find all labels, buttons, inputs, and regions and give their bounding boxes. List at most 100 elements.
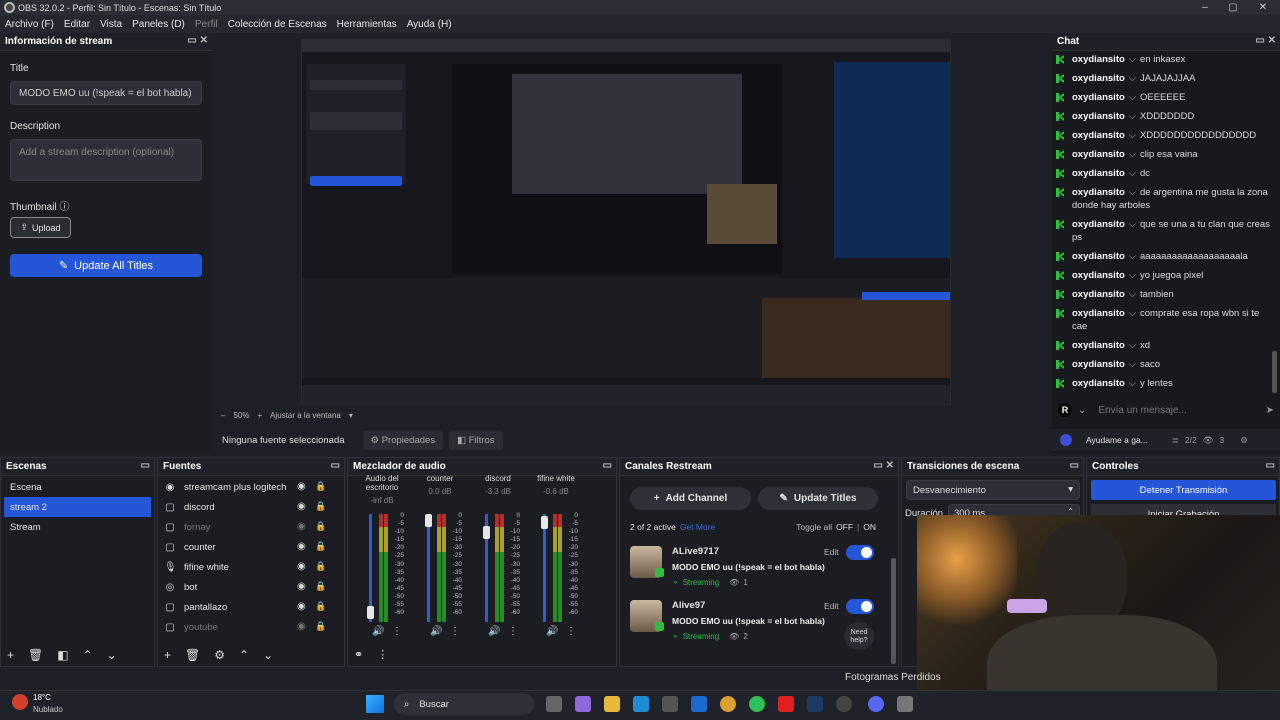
menu-help[interactable]: Ayuda (H) (402, 19, 457, 30)
visibility-eye-icon[interactable]: ◉ (297, 561, 306, 572)
title-input[interactable]: MODO EMO uu (!speak = el bot habla) (10, 81, 202, 105)
chrome-icon[interactable] (720, 696, 736, 712)
preview-area[interactable]: – 50% + Ajustar a la ventana ▾ (215, 33, 1047, 420)
chat-username[interactable]: oxydiansito (1072, 73, 1125, 84)
chat-username[interactable]: oxydiansito (1072, 219, 1125, 230)
lock-icon[interactable]: 🔒 (315, 541, 326, 552)
source-item[interactable]: ▢ counter ◉ 🔒 (158, 537, 344, 557)
chat-username[interactable]: oxydiansito (1072, 340, 1125, 351)
move-down-icon[interactable]: ⌄ (107, 648, 117, 662)
obs-taskbar-icon[interactable] (836, 696, 852, 712)
visibility-eye-icon[interactable]: ◉ (297, 501, 306, 512)
dock-controls-icon[interactable]: ▭ ✕ (873, 460, 894, 471)
upload-button[interactable]: ⇪ Upload (10, 217, 71, 238)
channel-toggle[interactable] (846, 545, 874, 560)
dock-menu-icon[interactable]: ▭ (331, 460, 340, 471)
menu-file[interactable]: Archivo (F) (0, 19, 59, 30)
chat-username[interactable]: oxydiansito (1072, 54, 1125, 65)
scene-item[interactable]: Stream (4, 517, 151, 537)
maximize-button[interactable]: ▢ (1218, 0, 1248, 15)
visibility-eye-icon[interactable]: ◉ (297, 521, 306, 532)
fit-to-window-label[interactable]: Ajustar a la ventana (270, 411, 341, 420)
settings-gear-icon[interactable]: ⚙ (1240, 435, 1248, 446)
menu-profile[interactable]: Perfil (190, 19, 223, 30)
chat-username[interactable]: oxydiansito (1072, 92, 1125, 103)
scene-filter-icon[interactable]: ◧ (57, 648, 68, 662)
restream-scrollbar[interactable] (891, 558, 896, 664)
lock-icon[interactable]: 🔒 (315, 581, 326, 592)
update-all-titles-button[interactable]: ✎ Update All Titles (10, 254, 202, 277)
chat-username[interactable]: oxydiansito (1072, 251, 1125, 262)
lock-icon[interactable]: 🔒 (315, 481, 326, 492)
minimize-button[interactable]: – (1190, 0, 1220, 15)
task-view-icon[interactable] (546, 696, 562, 712)
preview-canvas[interactable] (301, 39, 951, 405)
speaker-icon[interactable]: 🔊 (488, 626, 500, 637)
dock-menu-icon[interactable]: ▭ (1070, 460, 1079, 471)
source-item[interactable]: ◎ bot ◉ 🔒 (158, 577, 344, 597)
source-settings-icon[interactable]: ⚙ (214, 648, 225, 662)
properties-button[interactable]: ⚙ Propiedades (362, 430, 444, 450)
channel-menu-icon[interactable]: ⋮ (566, 626, 576, 637)
lock-icon[interactable]: 🔒 (315, 621, 326, 632)
chat-scrollbar[interactable] (1272, 351, 1277, 393)
chat-username[interactable]: oxydiansito (1072, 149, 1125, 160)
start-icon[interactable] (366, 695, 384, 713)
move-down-icon[interactable]: ⌄ (263, 648, 273, 662)
dock-menu-icon[interactable]: ▭ (1266, 460, 1275, 471)
chat-username[interactable]: oxydiansito (1072, 168, 1125, 179)
chat-username[interactable]: oxydiansito (1072, 359, 1125, 370)
menu-scene-collection[interactable]: Colección de Escenas (223, 19, 332, 30)
more-icon[interactable]: ⋮ (377, 648, 388, 661)
chat-username[interactable]: oxydiansito (1072, 111, 1125, 122)
visibility-eye-icon[interactable]: ◉ (297, 581, 306, 592)
lock-icon[interactable]: 🔒 (315, 601, 326, 612)
volume-slider-knob[interactable] (367, 606, 374, 619)
store-icon[interactable] (662, 696, 678, 712)
add-scene-icon[interactable]: + (7, 648, 14, 662)
chat-input[interactable]: Envía un mensaje... (1098, 405, 1186, 416)
calculator-icon[interactable] (897, 696, 913, 712)
menu-docks[interactable]: Paneles (D) (127, 19, 190, 30)
taskbar-search[interactable]: ⌕ Buscar (394, 693, 534, 715)
transition-select[interactable]: Desvanecimiento ▾ (906, 480, 1080, 500)
visibility-eye-icon[interactable]: ◉ (297, 601, 306, 612)
volume-slider[interactable] (543, 514, 546, 622)
speaker-icon[interactable]: 🔊 (372, 626, 384, 637)
youtube-icon[interactable] (778, 696, 794, 712)
speaker-icon[interactable]: 🔊 (546, 626, 558, 637)
get-more-link[interactable]: Get More (680, 522, 715, 532)
chevron-down-icon[interactable]: ⌄ (1078, 405, 1086, 416)
volume-slider[interactable] (427, 514, 430, 622)
visibility-eye-icon[interactable]: ◉ (297, 621, 306, 632)
chat-username[interactable]: oxydiansito (1072, 130, 1125, 141)
remove-source-icon[interactable]: 🗑 (185, 648, 200, 662)
visibility-eye-icon[interactable]: ◉ (297, 541, 306, 552)
scene-item[interactable]: stream 2 (4, 497, 151, 517)
outlook-icon[interactable] (691, 696, 707, 712)
dock-controls-icon[interactable]: ▭ ✕ (1255, 35, 1276, 46)
chevron-down-icon[interactable]: ▾ (349, 411, 353, 420)
source-item[interactable]: ▢ fornay ◉ 🔒 (158, 517, 344, 537)
move-up-icon[interactable]: ⌃ (83, 648, 93, 662)
volume-slider-knob[interactable] (483, 526, 490, 539)
channel-edit-link[interactable]: Edit (824, 601, 839, 611)
visibility-eye-icon[interactable]: ◉ (297, 481, 306, 492)
channel-toggle[interactable] (846, 599, 874, 614)
file-explorer-icon[interactable] (604, 696, 620, 712)
source-item[interactable]: ▢ youtube ◉ 🔒 (158, 617, 344, 637)
edge-icon[interactable] (633, 696, 649, 712)
channel-menu-icon[interactable]: ⋮ (450, 626, 460, 637)
channel-menu-icon[interactable]: ⋮ (392, 626, 402, 637)
chat-username[interactable]: oxydiansito (1072, 378, 1125, 389)
zoom-out-button[interactable]: – (221, 411, 225, 420)
volume-slider-knob[interactable] (541, 516, 548, 529)
description-input[interactable]: Add a stream description (optional) (10, 139, 202, 181)
toggle-all-off[interactable]: OFF (836, 522, 853, 532)
channel-edit-link[interactable]: Edit (824, 547, 839, 557)
chat-username[interactable]: oxydiansito (1072, 308, 1125, 319)
steam-icon[interactable] (807, 696, 823, 712)
add-channel-button[interactable]: + Add Channel (630, 487, 751, 510)
link-icon[interactable]: ⚭ (354, 648, 363, 661)
source-item[interactable]: ◉ streamcam plus logitech ◉ 🔒 (158, 477, 344, 497)
